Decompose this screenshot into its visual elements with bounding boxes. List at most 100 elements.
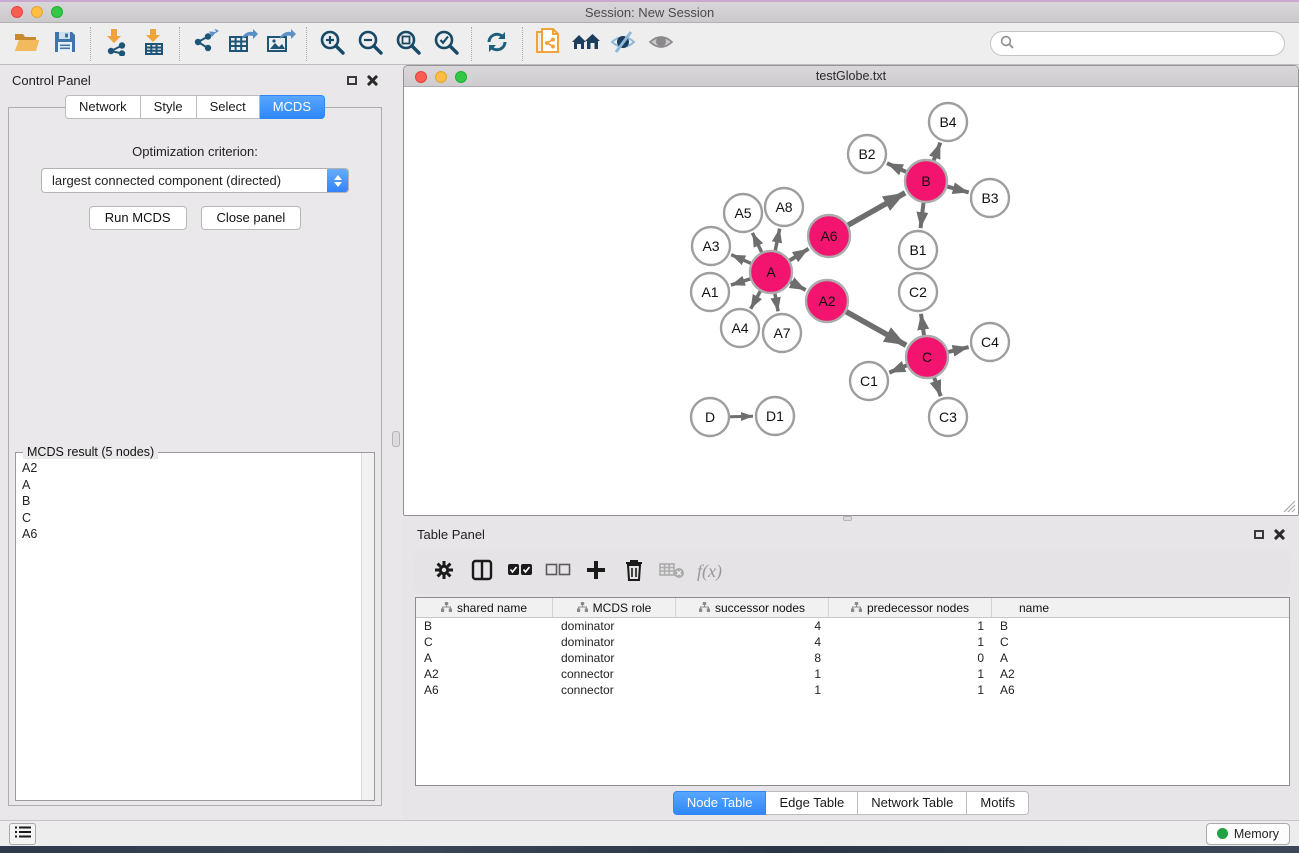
- table-row[interactable]: A6connector11A6: [416, 682, 1289, 698]
- show-all-networks-button[interactable]: [569, 27, 603, 61]
- table-row[interactable]: Bdominator41B: [416, 618, 1289, 634]
- graph-node-A5[interactable]: A5: [724, 194, 762, 232]
- zoom-window-button[interactable]: [51, 6, 63, 18]
- graph-edge-A-A5[interactable]: [752, 233, 761, 252]
- result-scrollbar[interactable]: [361, 453, 374, 800]
- tab-select[interactable]: Select: [197, 95, 260, 119]
- graph-edge-A-A1[interactable]: [731, 279, 750, 285]
- graph-node-B3[interactable]: B3: [971, 179, 1009, 217]
- zoom-out-button[interactable]: [353, 27, 387, 61]
- graph-node-A2[interactable]: A2: [806, 280, 848, 322]
- graph-edge-A-A3[interactable]: [731, 255, 751, 264]
- graph-edge-A-A8[interactable]: [775, 229, 779, 251]
- open-session-button[interactable]: [10, 27, 44, 61]
- hide-selected-button[interactable]: [607, 27, 641, 61]
- tab-style[interactable]: Style: [141, 95, 197, 119]
- table-row[interactable]: Adominator80A: [416, 650, 1289, 666]
- close-panel-icon[interactable]: [367, 75, 378, 86]
- column-header-successor-nodes[interactable]: successor nodes: [676, 598, 829, 617]
- import-network-button[interactable]: [99, 27, 133, 61]
- graph-node-B2[interactable]: B2: [848, 135, 886, 173]
- column-header-name[interactable]: name: [992, 598, 1076, 617]
- column-header-MCDS-role[interactable]: MCDS role: [553, 598, 676, 617]
- graph-node-A7[interactable]: A7: [763, 314, 801, 352]
- table-row[interactable]: A2connector11A2: [416, 666, 1289, 682]
- graph-edge-C-C1[interactable]: [889, 365, 906, 372]
- delete-table-button[interactable]: [657, 557, 687, 587]
- show-column-button[interactable]: [467, 557, 497, 587]
- graph-edge-A-A6[interactable]: [790, 249, 809, 261]
- tab-motifs[interactable]: Motifs: [967, 791, 1029, 815]
- graph-edge-A2-C[interactable]: [846, 312, 906, 346]
- show-selected-button[interactable]: [645, 27, 679, 61]
- optimization-criterion-select[interactable]: largest connected component (directed): [41, 168, 349, 193]
- graph-node-C1[interactable]: C1: [850, 362, 888, 400]
- graph-edge-A6-B[interactable]: [848, 193, 905, 225]
- zoom-fit-button[interactable]: [391, 27, 425, 61]
- export-network-button[interactable]: [188, 27, 222, 61]
- minimize-window-button[interactable]: [31, 6, 43, 18]
- table-row[interactable]: Cdominator41C: [416, 634, 1289, 650]
- table-settings-button[interactable]: [429, 557, 459, 587]
- horizontal-divider-grip[interactable]: [843, 516, 852, 521]
- memory-button[interactable]: Memory: [1206, 823, 1290, 845]
- graph-node-B[interactable]: B: [905, 160, 947, 202]
- create-column-button[interactable]: [581, 557, 611, 587]
- network-close-button[interactable]: [415, 71, 427, 83]
- close-window-button[interactable]: [11, 6, 23, 18]
- column-header-shared-name[interactable]: shared name: [416, 598, 553, 617]
- graph-edge-B-B4[interactable]: [934, 143, 941, 161]
- tab-node-table[interactable]: Node Table: [673, 791, 767, 815]
- refresh-button[interactable]: [480, 27, 514, 61]
- mcds-result-list[interactable]: A2ABCA6: [16, 453, 361, 800]
- panel-divider[interactable]: [390, 65, 403, 820]
- graph-node-D[interactable]: D: [691, 398, 729, 436]
- graph-edge-C-C2[interactable]: [921, 314, 924, 335]
- graph-node-A[interactable]: A: [750, 251, 792, 293]
- horizontal-divider[interactable]: [403, 516, 1299, 521]
- close-panel-button[interactable]: Close panel: [201, 206, 302, 230]
- network-zoom-button[interactable]: [455, 71, 467, 83]
- graph-node-B1[interactable]: B1: [899, 231, 937, 269]
- tab-mcds[interactable]: MCDS: [260, 95, 325, 119]
- graph-edge-B-B1[interactable]: [921, 203, 924, 228]
- graph-edge-A-A4[interactable]: [751, 291, 761, 309]
- graph-edge-B-B3[interactable]: [947, 187, 968, 193]
- resize-grip-icon[interactable]: [1283, 500, 1296, 513]
- tab-edge-table[interactable]: Edge Table: [766, 791, 858, 815]
- deselect-all-button[interactable]: [543, 557, 573, 587]
- tab-network-table[interactable]: Network Table: [858, 791, 967, 815]
- import-table-button[interactable]: [137, 27, 171, 61]
- delete-column-button[interactable]: [619, 557, 649, 587]
- search-field[interactable]: [990, 31, 1285, 56]
- save-session-button[interactable]: [48, 27, 82, 61]
- close-table-panel-icon[interactable]: [1274, 529, 1285, 540]
- float-panel-icon[interactable]: [347, 76, 357, 85]
- graph-node-C3[interactable]: C3: [929, 398, 967, 436]
- graph-node-D1[interactable]: D1: [756, 397, 794, 435]
- graph-edge-A-A2[interactable]: [791, 282, 806, 290]
- network-minimize-button[interactable]: [435, 71, 447, 83]
- divider-grip[interactable]: [392, 431, 400, 447]
- column-header-predecessor-nodes[interactable]: predecessor nodes: [829, 598, 992, 617]
- select-all-button[interactable]: [505, 557, 535, 587]
- zoom-in-button[interactable]: [315, 27, 349, 61]
- graph-edge-C-C3[interactable]: [934, 378, 940, 396]
- network-canvas[interactable]: B4 B2 B B3 A5A8A6 A3 B1 A A1 C2 A2 A4A7 C4 C C1 C3 D D1: [404, 87, 1298, 515]
- graph-node-C[interactable]: C: [906, 336, 948, 378]
- graph-node-A4[interactable]: A4: [721, 309, 759, 347]
- new-network-from-file-button[interactable]: [531, 27, 565, 61]
- graph-node-B4[interactable]: B4: [929, 103, 967, 141]
- graph-node-A6[interactable]: A6: [808, 215, 850, 257]
- graph-node-C4[interactable]: C4: [971, 323, 1009, 361]
- graph-node-A3[interactable]: A3: [692, 227, 730, 265]
- search-input[interactable]: [1019, 37, 1275, 51]
- tab-network[interactable]: Network: [65, 95, 141, 119]
- graph-edge-A-A7[interactable]: [775, 294, 778, 312]
- graph-node-C2[interactable]: C2: [899, 273, 937, 311]
- function-builder-button[interactable]: f(x): [697, 561, 722, 582]
- graph-node-A8[interactable]: A8: [765, 188, 803, 226]
- export-image-button[interactable]: [264, 27, 298, 61]
- zoom-selected-button[interactable]: [429, 27, 463, 61]
- graph-node-A1[interactable]: A1: [691, 273, 729, 311]
